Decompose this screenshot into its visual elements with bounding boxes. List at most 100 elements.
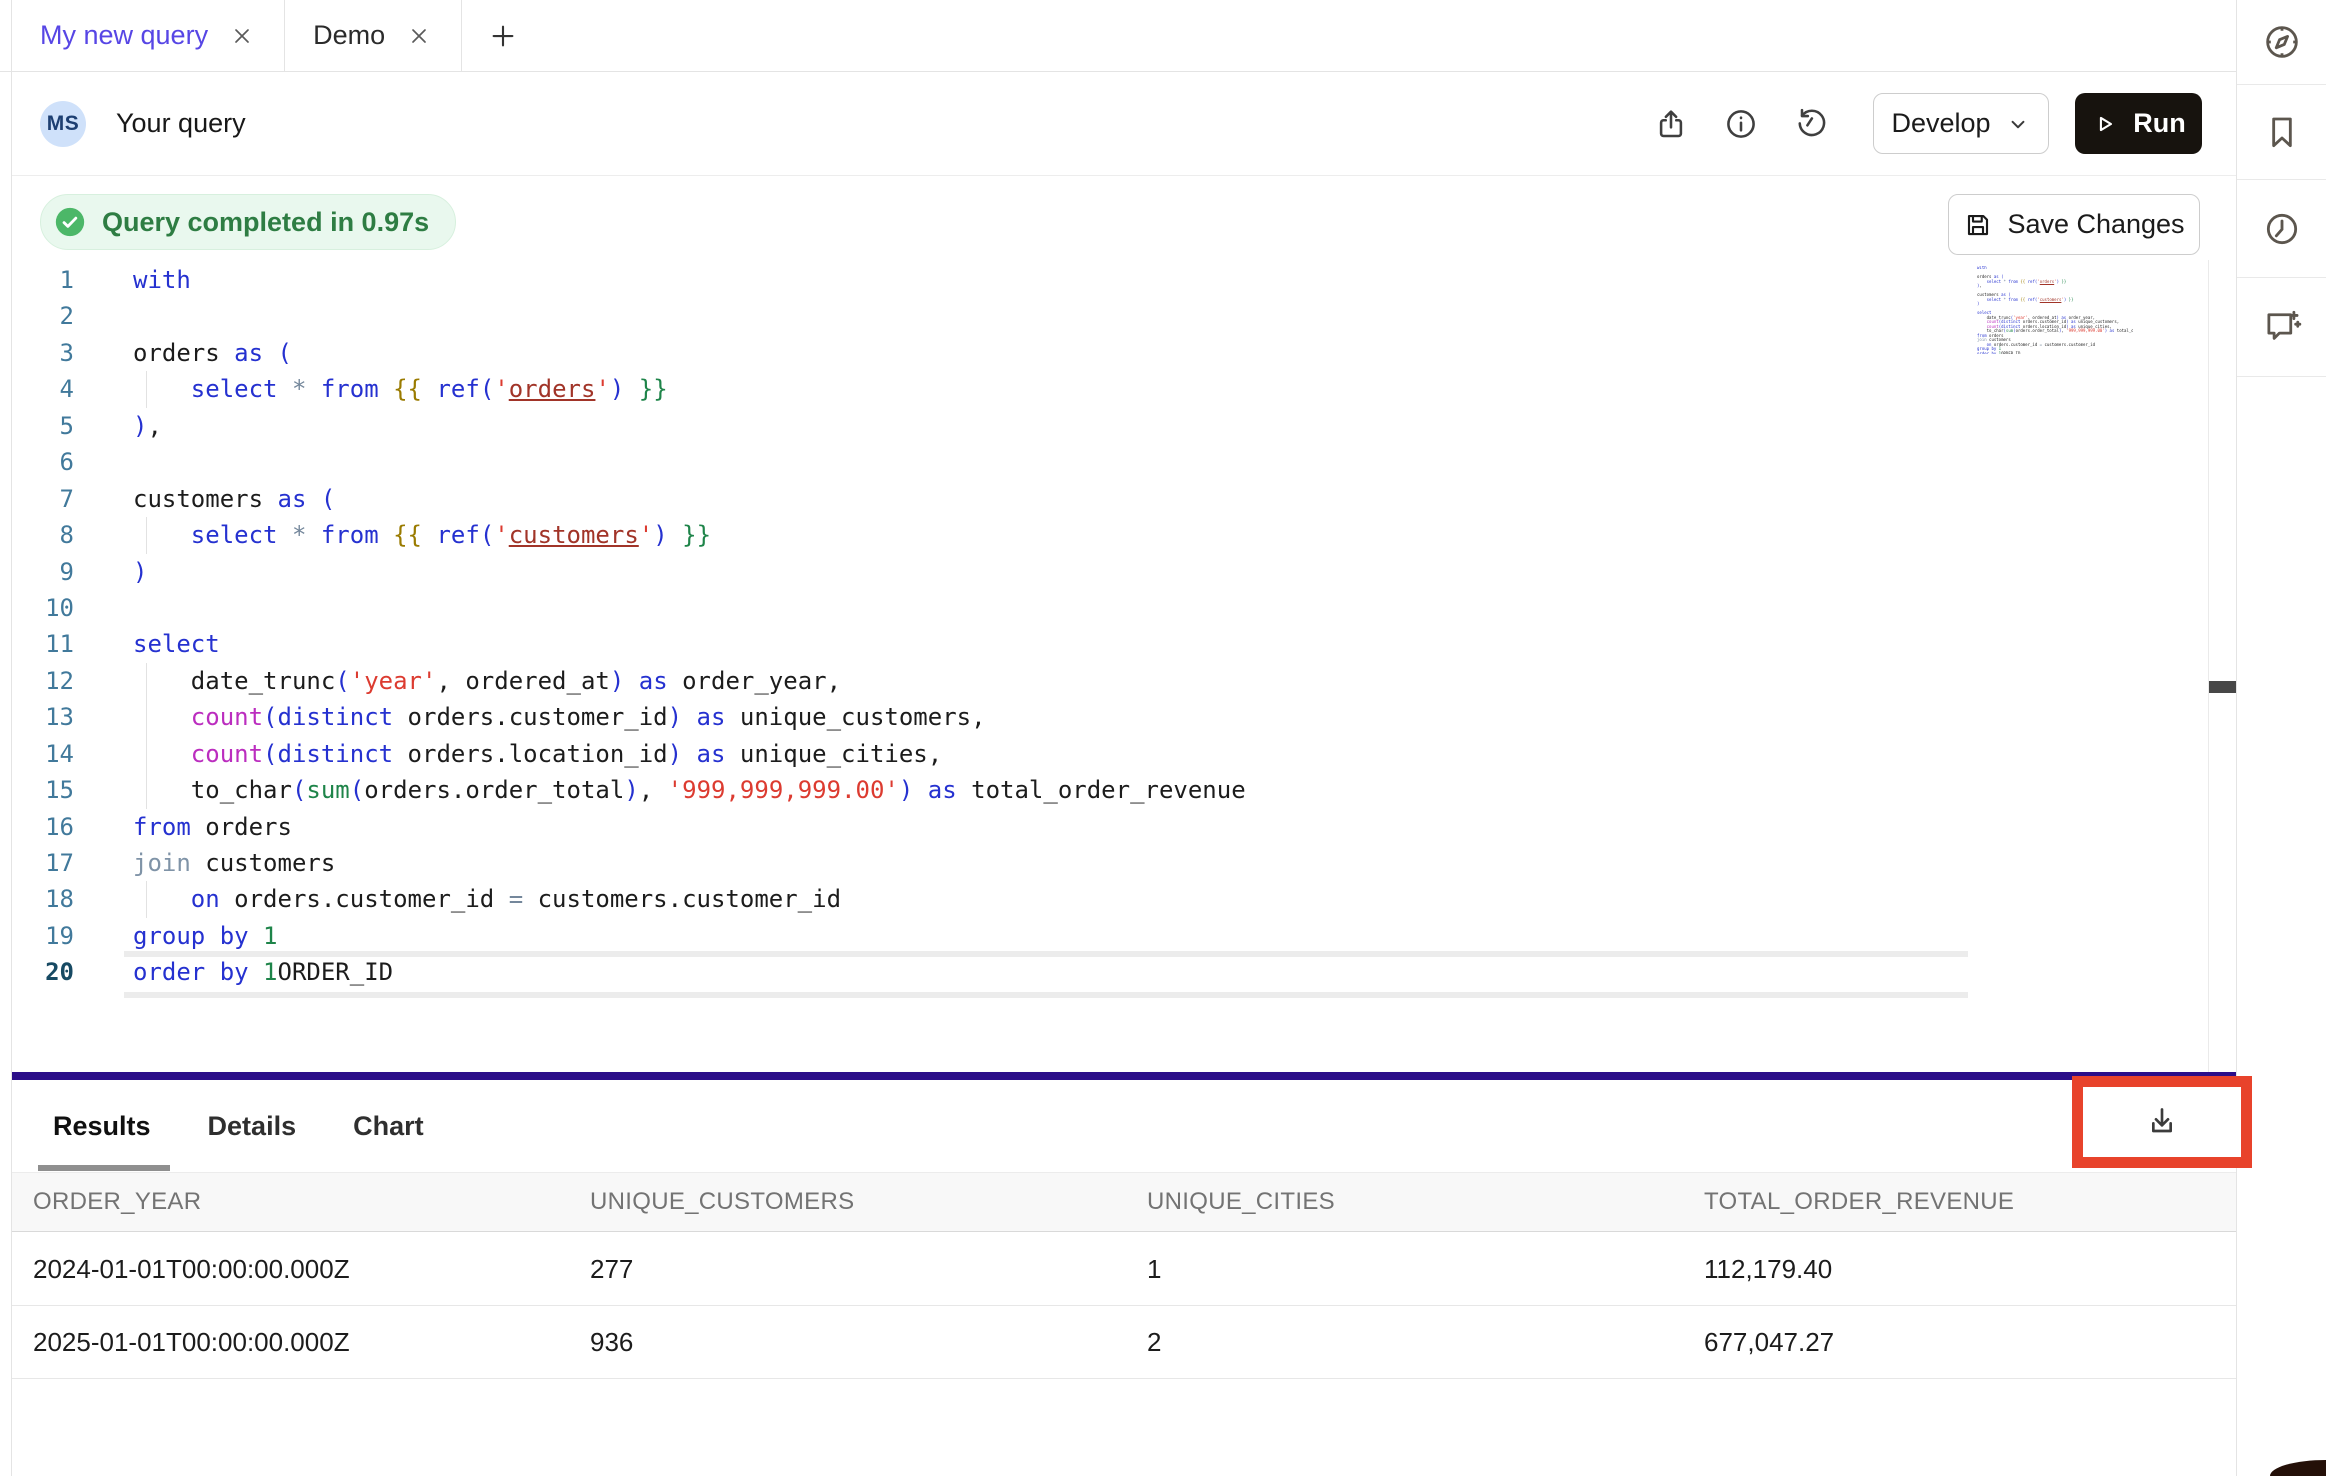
download-results-button[interactable] [2142,1102,2182,1142]
code-line: select * from {{ ref('orders') }} [133,371,1973,407]
history-icon [1793,106,1829,142]
column-header-unique-cities: UNIQUE_CITIES [1126,1188,1683,1216]
line-number: 12 [12,663,74,699]
annotation-highlight-box [2072,1076,2252,1168]
line-number: 8 [12,517,74,553]
line-number: 15 [12,772,74,808]
tab-results[interactable]: Results [53,1111,151,1142]
results-tab-bar: Results Details Chart [12,1080,2236,1172]
code-line: select [133,626,1973,662]
line-number: 18 [12,881,74,917]
code-line [133,590,1973,626]
table-row: 2024-01-01T00:00:00.000Z 277 1 112,179.4… [12,1233,2236,1306]
chat-sparkle-icon [2261,306,2303,348]
share-icon [1653,106,1689,142]
play-icon [2091,110,2119,138]
page-title: Your query [116,108,246,139]
download-icon [2142,1102,2182,1142]
code-line: order by 1ORDER_ID [133,954,1973,990]
cell-order-year: 2024-01-01T00:00:00.000Z [12,1254,569,1285]
tab-chart[interactable]: Chart [353,1111,424,1142]
code-line: from orders [133,809,1973,845]
line-number: 13 [12,699,74,735]
cell-total-order-revenue: 112,179.40 [1683,1254,2236,1285]
develop-dropdown[interactable]: Develop [1873,93,2049,154]
tab-details[interactable]: Details [208,1111,297,1142]
panel-resize-handle[interactable] [12,1072,2236,1080]
cell-unique-cities: 1 [1126,1254,1683,1285]
close-icon[interactable] [230,24,254,48]
code-editor[interactable]: withorders as ( select * from {{ ref('or… [133,262,1973,991]
column-header-unique-customers: UNIQUE_CUSTOMERS [569,1188,1126,1216]
ai-assistant-rail-button[interactable] [2237,278,2326,377]
tab-label: Demo [313,20,385,51]
cell-unique-cities: 2 [1126,1327,1683,1358]
cell-order-year: 2025-01-01T00:00:00.000Z [12,1327,569,1358]
editor-gutter: 1234567891011121314151617181920 [12,262,74,991]
code-line: count(distinct orders.location_id) as un… [133,736,1973,772]
save-changes-button[interactable]: Save Changes [1948,194,2200,255]
code-line: order by 1ORDER_ID [1977,352,2133,355]
cell-unique-customers: 936 [569,1327,1126,1358]
code-line: to_char(sum(orders.order_total), '999,99… [133,772,1973,808]
line-number: 4 [12,371,74,407]
code-line: count(distinct orders.customer_id) as un… [133,699,1973,735]
share-button[interactable] [1645,98,1697,150]
results-table-header: ORDER_YEAR UNIQUE_CUSTOMERS UNIQUE_CITIE… [12,1172,2236,1232]
version-history-button[interactable] [1785,98,1837,150]
line-number: 2 [12,298,74,334]
query-tab-bar: My new query Demo [0,0,2236,72]
active-line-highlight-bottom [124,992,1968,998]
line-number: 5 [12,408,74,444]
check-circle-icon [53,205,87,239]
line-number: 7 [12,481,74,517]
compass-icon [2261,21,2303,63]
query-status-badge: Query completed in 0.97s [40,194,456,250]
history-rail-button[interactable] [2237,180,2326,278]
editor-minimap[interactable]: withorders as ( select * from {{ ref('or… [1977,266,2133,354]
right-rail [2236,0,2326,1476]
column-header-total-order-revenue: TOTAL_ORDER_REVENUE [1683,1188,2236,1216]
bookmarks-rail-button[interactable] [2237,85,2326,180]
line-number: 1 [12,262,74,298]
query-header: MS Your query [12,72,2236,176]
code-line: date_trunc('year', ordered_at) as order_… [133,663,1973,699]
line-number: 3 [12,335,74,371]
close-icon[interactable] [407,24,431,48]
status-message: Query completed in 0.97s [102,207,429,238]
code-line: group by 1 [133,918,1973,954]
avatar: MS [40,101,86,147]
line-number: 19 [12,918,74,954]
bookmark-icon [2262,112,2302,152]
editor-scrollbar-track [2208,260,2209,1072]
code-line: ), [133,408,1973,444]
tab-demo[interactable]: Demo [284,0,462,71]
code-line: ) [133,554,1973,590]
line-number: 14 [12,736,74,772]
new-tab-button[interactable] [462,0,544,71]
line-number: 20 [12,954,74,990]
info-icon [1723,106,1759,142]
info-button[interactable] [1715,98,1767,150]
save-icon [1963,210,1993,240]
code-line: with [133,262,1973,298]
explore-rail-button[interactable] [2237,0,2326,85]
develop-label: Develop [1891,108,1990,139]
tab-my-new-query[interactable]: My new query [11,0,285,71]
line-number: 17 [12,845,74,881]
code-line [133,444,1973,480]
code-line: select * from {{ ref('customers') }} [133,517,1973,553]
code-line: join customers [133,845,1973,881]
tab-label: My new query [40,20,208,51]
save-changes-label: Save Changes [2007,209,2184,240]
line-number: 9 [12,554,74,590]
cell-unique-customers: 277 [569,1254,1126,1285]
column-header-order-year: ORDER_YEAR [12,1188,569,1216]
code-line: on orders.customer_id = customers.custom… [133,881,1973,917]
editor-scrollbar-thumb[interactable] [2209,681,2236,693]
run-button[interactable]: Run [2075,93,2202,154]
cell-total-order-revenue: 677,047.27 [1683,1327,2236,1358]
app-window: My new query Demo [0,0,2326,1476]
code-line: customers as ( [133,481,1973,517]
line-number: 10 [12,590,74,626]
